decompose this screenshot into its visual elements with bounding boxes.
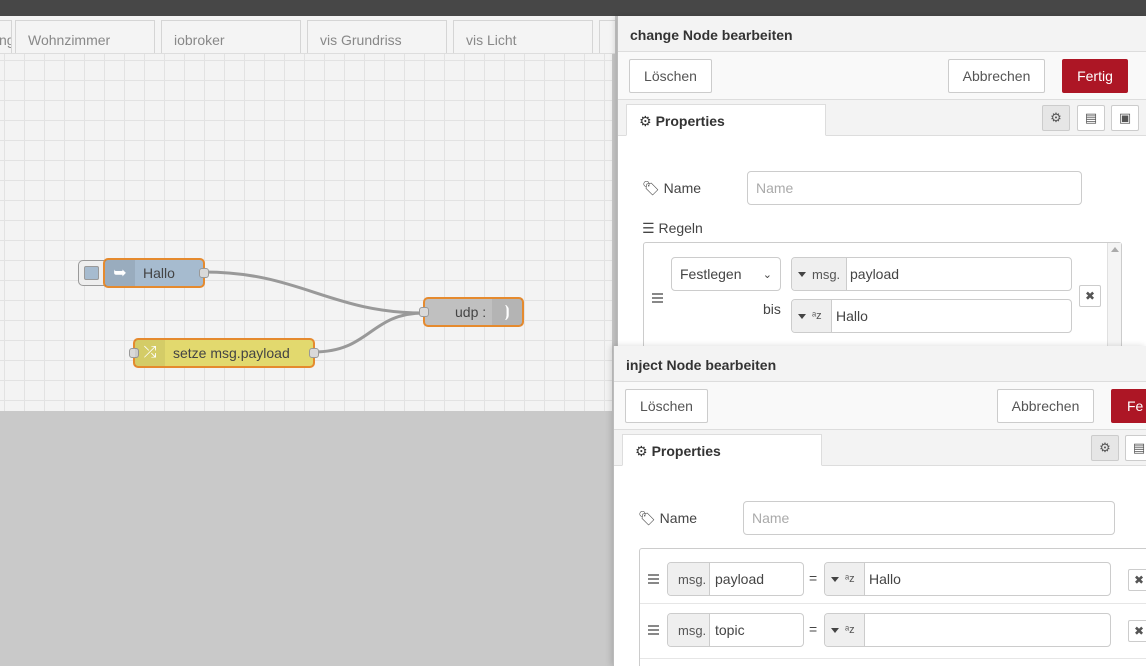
prop-value-text: Hallo: [869, 571, 901, 587]
tab-vis-grundriss[interactable]: vis Grundriss: [307, 20, 447, 53]
change-node-output-port[interactable]: [309, 348, 319, 358]
cancel-button[interactable]: Abbrechen: [997, 389, 1094, 423]
rule-action-select[interactable]: Festlegen ⌄: [671, 257, 781, 291]
prop-value-field[interactable]: ᵃz: [824, 613, 1111, 647]
rule-target-field[interactable]: msg. payload: [791, 257, 1072, 291]
done-button[interactable]: Fe: [1111, 389, 1146, 423]
rule-target-type[interactable]: msg.: [792, 258, 847, 290]
rule-to-type[interactable]: ᵃz: [792, 300, 832, 332]
prop-key-type[interactable]: msg.: [668, 614, 710, 646]
prop-key-type[interactable]: msg.: [668, 563, 710, 595]
description-icon[interactable]: ▤: [1077, 105, 1105, 131]
rules-label-text: Regeln: [658, 220, 703, 236]
done-button[interactable]: Fertig: [1062, 59, 1128, 93]
close-icon[interactable]: ✖: [1128, 620, 1146, 642]
name-label-text: Name: [659, 510, 698, 526]
props-list: msg. payload = ᵃz Hallo ✖ msg. topic = ᵃ…: [639, 548, 1146, 666]
name-input[interactable]: Name: [743, 501, 1115, 535]
gear-icon: ⚙: [639, 113, 652, 129]
rules-label: ☰ Regeln: [642, 220, 703, 237]
tag-icon: 🏷: [638, 510, 656, 526]
list-item: msg. payload = ᵃz Hallo ✖: [640, 549, 1146, 604]
inject-node-edit-tray: inject Node bearbeiten Löschen Abbrechen…: [613, 346, 1146, 666]
inject-node[interactable]: ➥ Hallo: [103, 258, 209, 288]
prop-key-value: topic: [715, 622, 745, 638]
close-icon[interactable]: ✖: [1079, 285, 1101, 307]
udp-node-label: udp :: [455, 304, 487, 320]
prop-key-value: payload: [715, 571, 765, 587]
inject-node-label: Hallo: [143, 265, 175, 281]
rule-target-prefix: msg.: [812, 266, 841, 282]
change-node[interactable]: ⤮ setze msg.payload: [129, 338, 319, 368]
workspace-overflow-area: [0, 411, 612, 666]
udp-node[interactable]: udp : ⦘: [419, 297, 524, 327]
tray-title: change Node bearbeiten: [618, 16, 1146, 52]
drag-handle-icon[interactable]: [648, 623, 660, 637]
rule-to-field[interactable]: ᵃz Hallo: [791, 299, 1072, 333]
rule-to-value: Hallo: [836, 308, 868, 324]
change-node-label: setze msg.payload: [173, 345, 290, 361]
delete-button[interactable]: Löschen: [625, 389, 708, 423]
name-label: 🏷 Name: [638, 510, 697, 527]
string-type-icon: ᵃz: [845, 572, 855, 585]
inject-node-output-port[interactable]: [199, 268, 209, 278]
chevron-down-icon: ⌄: [762, 268, 772, 281]
tab-iobroker[interactable]: iobroker: [161, 20, 301, 53]
tag-icon: 🏷: [642, 180, 660, 196]
gear-icon: ⚙: [635, 443, 648, 459]
tray-toolbar: Löschen Abbrechen Fe: [614, 382, 1146, 430]
name-label-text: Name: [663, 180, 702, 196]
equals-sign: =: [809, 621, 818, 637]
prop-key-field[interactable]: msg. topic: [667, 613, 804, 647]
tab-vis-licht[interactable]: vis Licht: [453, 20, 593, 53]
header-bar: [0, 0, 1146, 16]
tab-properties[interactable]: ⚙ Properties: [626, 104, 826, 136]
flow-tab-bar: ng Wohnzimmer iobroker vis Grundriss vis…: [0, 16, 615, 54]
udp-node-input-port[interactable]: [419, 307, 429, 317]
tab-properties-label: Properties: [655, 113, 725, 129]
tab-flow-hidden[interactable]: [599, 20, 615, 53]
rules-scrollbar[interactable]: [1107, 243, 1121, 350]
rules-list: Festlegen ⌄ msg. payload bis ᵃz Hallo ✖: [643, 242, 1122, 350]
prop-key-field[interactable]: msg. payload: [667, 562, 804, 596]
string-type-icon: ᵃz: [845, 623, 855, 636]
rule-to-label: bis: [763, 301, 781, 317]
appearance-icon[interactable]: ▣: [1111, 105, 1139, 131]
rule-action-value: Festlegen: [680, 266, 742, 282]
prop-value-type[interactable]: ᵃz: [825, 614, 865, 646]
name-label: 🏷 Name: [642, 180, 701, 197]
inject-button[interactable]: [78, 260, 106, 286]
list-item: msg. topic = ᵃz ✖: [640, 604, 1146, 659]
tray-toolbar: Löschen Abbrechen Fertig: [618, 52, 1146, 100]
change-node-edit-tray: change Node bearbeiten Löschen Abbrechen…: [617, 16, 1146, 350]
delete-button[interactable]: Löschen: [629, 59, 712, 93]
tray-title: inject Node bearbeiten: [614, 346, 1146, 382]
list-icon: ☰: [642, 220, 655, 236]
drag-handle-icon[interactable]: [652, 291, 664, 305]
equals-sign: =: [809, 570, 818, 586]
drag-handle-icon[interactable]: [648, 572, 660, 586]
prop-value-type[interactable]: ᵃz: [825, 563, 865, 595]
tab-properties[interactable]: ⚙ Properties: [622, 434, 822, 466]
tray-tabs: ⚙ Properties ⚙ ▤: [614, 430, 1146, 466]
close-icon[interactable]: ✖: [1128, 569, 1146, 591]
cancel-button[interactable]: Abbrechen: [948, 59, 1045, 93]
prop-value-field[interactable]: ᵃz Hallo: [824, 562, 1111, 596]
tab-properties-label: Properties: [651, 443, 721, 459]
shuffle-icon: ⤮: [135, 340, 165, 366]
name-input[interactable]: Name: [747, 171, 1082, 205]
tab-flow-partial[interactable]: ng: [0, 20, 12, 53]
wifi-icon: ⦘: [492, 299, 522, 325]
string-type-icon: ᵃz: [812, 309, 822, 322]
inject-arrow-icon: ➥: [105, 260, 135, 286]
rule-target-value: payload: [850, 266, 900, 282]
tray-tabs: ⚙ Properties ⚙ ▤ ▣: [618, 100, 1146, 136]
tab-wohnzimmer[interactable]: Wohnzimmer: [15, 20, 155, 53]
description-icon[interactable]: ▤: [1125, 435, 1146, 461]
node-settings-gear-icon[interactable]: ⚙: [1042, 105, 1070, 131]
node-settings-gear-icon[interactable]: ⚙: [1091, 435, 1119, 461]
